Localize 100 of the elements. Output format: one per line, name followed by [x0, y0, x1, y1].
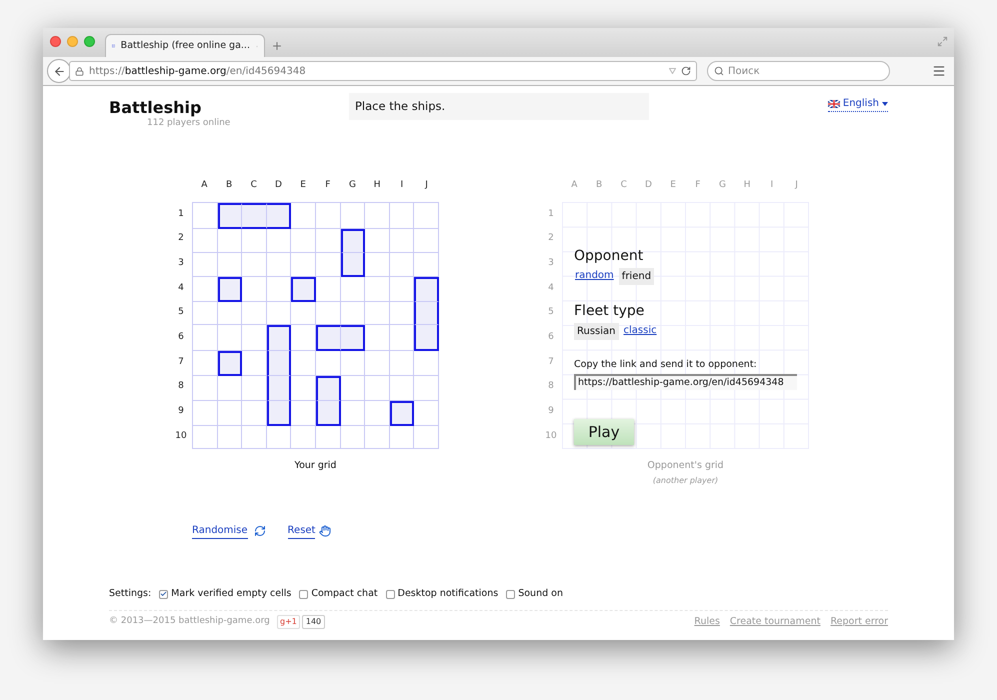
grid-cell[interactable]	[390, 253, 414, 277]
grid-cell[interactable]	[390, 276, 414, 302]
grid-cell[interactable]	[242, 400, 267, 426]
ship-cell[interactable]	[291, 276, 316, 302]
grid-cell[interactable]	[365, 376, 390, 401]
grid-cell[interactable]	[291, 400, 316, 426]
ship-cell[interactable]	[218, 276, 242, 302]
ship-cell[interactable]	[266, 400, 292, 426]
dropdown-icon[interactable]	[669, 68, 676, 74]
ship-cell[interactable]	[316, 376, 341, 401]
grid-cell[interactable]	[266, 228, 292, 254]
grid-cell[interactable]	[218, 376, 242, 401]
grid-cell[interactable]	[193, 324, 218, 351]
grid-cell[interactable]	[242, 253, 267, 277]
randomise-link[interactable]: Randomise	[192, 523, 248, 540]
checkbox[interactable]	[506, 590, 516, 599]
ship-cell[interactable]	[414, 324, 439, 351]
grid-cell[interactable]	[316, 426, 341, 449]
grid-cell[interactable]	[414, 376, 439, 401]
new-tab-icon[interactable]	[271, 40, 283, 52]
menu-icon[interactable]	[932, 64, 946, 78]
grid-cell[interactable]	[340, 376, 366, 401]
grid-cell[interactable]	[242, 376, 267, 401]
grid-cell[interactable]	[266, 302, 292, 325]
reset-link[interactable]: Reset	[288, 523, 316, 540]
grid-cell[interactable]	[414, 203, 439, 229]
grid-cell[interactable]	[193, 228, 218, 254]
reload-icon[interactable]	[681, 66, 691, 76]
option-link[interactable]: classic	[622, 323, 658, 340]
grid-cell[interactable]	[365, 276, 390, 302]
grid-cell[interactable]	[242, 228, 267, 254]
checkbox[interactable]	[386, 590, 395, 599]
grid-cell[interactable]	[390, 376, 414, 401]
grid-cell[interactable]	[414, 426, 439, 449]
grid-cell[interactable]	[390, 302, 414, 325]
grid-cell[interactable]	[266, 426, 292, 449]
grid-cell[interactable]	[242, 350, 267, 376]
grid-cell[interactable]	[193, 253, 218, 277]
ship-cell[interactable]	[266, 203, 292, 229]
ship-cell[interactable]	[218, 350, 242, 376]
checkbox[interactable]	[299, 590, 308, 599]
language-selector[interactable]: English	[828, 96, 888, 112]
plus-one-button[interactable]: g+1	[277, 614, 300, 629]
checkbox[interactable]	[159, 590, 168, 599]
grid-cell[interactable]	[242, 276, 267, 302]
grid-cell[interactable]	[193, 376, 218, 401]
grid-cell[interactable]	[390, 350, 414, 376]
grid-cell[interactable]	[340, 350, 366, 376]
grid-cell[interactable]	[291, 350, 316, 376]
minimize-window-icon[interactable]	[67, 36, 78, 47]
grid-cell[interactable]	[242, 426, 267, 449]
option-selected[interactable]: friend	[618, 268, 654, 285]
ship-cell[interactable]	[266, 376, 292, 401]
grid-cell[interactable]	[390, 228, 414, 254]
grid-cell[interactable]	[193, 426, 218, 449]
grid-cell[interactable]	[316, 203, 341, 229]
grid-cell[interactable]	[365, 302, 390, 325]
ship-cell[interactable]	[390, 400, 414, 426]
grid-cell[interactable]	[242, 324, 267, 351]
grid-cell[interactable]	[340, 426, 366, 449]
ship-cell[interactable]	[316, 324, 341, 351]
grid-cell[interactable]	[218, 426, 242, 449]
grid-cell[interactable]	[414, 228, 439, 254]
grid-cell[interactable]	[193, 203, 218, 229]
grid-cell[interactable]	[316, 302, 341, 325]
ship-cell[interactable]	[340, 253, 366, 277]
grid-cell[interactable]	[218, 253, 242, 277]
grid-cell[interactable]	[291, 253, 316, 277]
grid-cell[interactable]	[414, 350, 439, 376]
grid-cell[interactable]	[291, 324, 316, 351]
ship-cell[interactable]	[340, 228, 366, 254]
grid-cell[interactable]	[266, 276, 292, 302]
close-window-icon[interactable]	[50, 36, 61, 47]
grid-cell[interactable]	[218, 400, 242, 426]
grid-cell[interactable]	[193, 400, 218, 426]
grid-cell[interactable]	[365, 228, 390, 254]
grid-cell[interactable]	[390, 426, 414, 449]
grid-cell[interactable]	[242, 302, 267, 325]
grid-cell[interactable]	[193, 350, 218, 376]
share-link-field[interactable]: https://battleship-game.org/en/id45694348	[574, 374, 797, 390]
ship-cell[interactable]	[218, 203, 242, 229]
option-selected[interactable]: Russian	[574, 323, 619, 340]
grid-cell[interactable]	[316, 276, 341, 302]
grid-cell[interactable]	[291, 203, 316, 229]
grid-cell[interactable]	[218, 324, 242, 351]
grid-cell[interactable]	[365, 324, 390, 351]
grid-cell[interactable]	[340, 276, 366, 302]
address-field[interactable]: https://battleship-game.org/en/id45694348	[69, 61, 697, 81]
grid-cell[interactable]	[291, 228, 316, 254]
grid-cell[interactable]	[340, 400, 366, 426]
grid-cell[interactable]	[316, 228, 341, 254]
grid-cell[interactable]	[316, 253, 341, 277]
ship-cell[interactable]	[266, 324, 292, 351]
grid-cell[interactable]	[291, 426, 316, 449]
ship-cell[interactable]	[414, 276, 439, 302]
browser-tab[interactable]: Battleship (free online ga...	[105, 34, 265, 57]
grid-cell[interactable]	[390, 203, 414, 229]
ship-cell[interactable]	[414, 302, 439, 325]
grid-cell[interactable]	[218, 302, 242, 325]
grid-cell[interactable]	[193, 276, 218, 302]
